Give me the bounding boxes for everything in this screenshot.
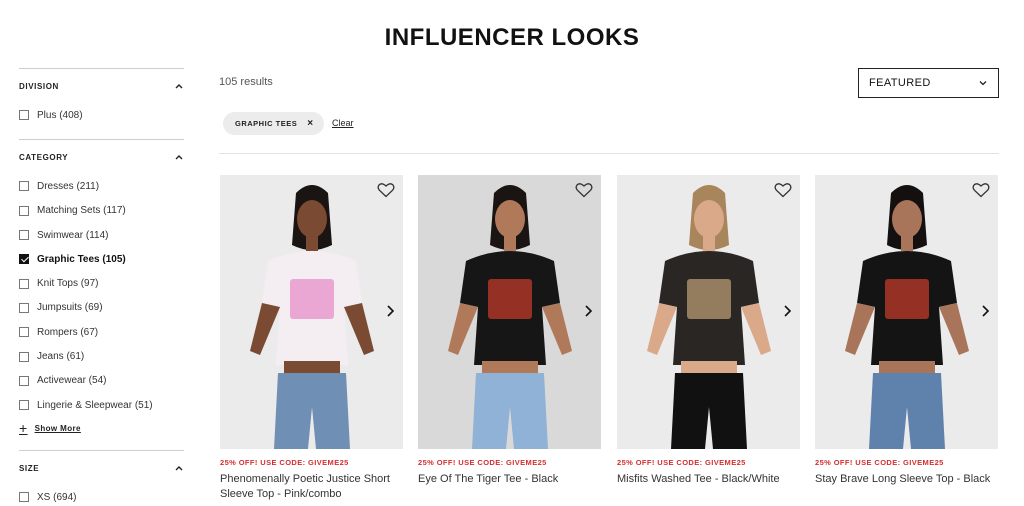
- size-header[interactable]: SIZE: [19, 451, 184, 485]
- filter-option-label: Swimwear (114): [37, 229, 109, 241]
- filter-option-label: Plus (408): [37, 109, 83, 121]
- product-card[interactable]: 25% OFF! USE CODE: GIVEME25 Phenomenally …: [220, 175, 403, 502]
- filter-option[interactable]: Graphic Tees (105): [19, 247, 184, 271]
- filter-option-label: Graphic Tees (105): [37, 253, 126, 265]
- product-image[interactable]: [418, 175, 601, 449]
- sort-dropdown[interactable]: FEATURED: [858, 68, 999, 98]
- product-image[interactable]: [220, 175, 403, 449]
- model-photo: [448, 185, 572, 449]
- division-filter: DIVISION Plus (408): [19, 68, 184, 139]
- results-count: 105 results: [219, 76, 273, 88]
- plus-icon: +: [19, 420, 28, 437]
- category-filter: CATEGORY Dresses (211) Matching Sets (117…: [19, 139, 184, 450]
- category-header[interactable]: CATEGORY: [19, 140, 184, 174]
- filter-option[interactable]: Dresses (211): [19, 174, 184, 198]
- filter-option-label: Jumpsuits (69): [37, 302, 103, 314]
- filter-checkbox[interactable]: [19, 230, 29, 241]
- filter-sidebar: DIVISION Plus (408) CATEGORY Dresses (21…: [19, 68, 184, 506]
- filter-option[interactable]: Jumpsuits (69): [19, 296, 184, 320]
- size-filter: SIZE XS (694): [19, 450, 184, 506]
- divider: [219, 153, 999, 154]
- chevron-right-icon[interactable]: [782, 304, 792, 318]
- filter-option[interactable]: Knit Tops (97): [19, 271, 184, 295]
- remove-filter-icon[interactable]: ×: [307, 118, 313, 129]
- promo-text: 25% OFF! USE CODE: GIVEME25: [617, 458, 746, 467]
- filter-checkbox[interactable]: [19, 254, 29, 265]
- promo-text: 25% OFF! USE CODE: GIVEME25: [815, 458, 944, 467]
- promo-text: 25% OFF! USE CODE: GIVEME25: [220, 458, 349, 467]
- filter-option[interactable]: Matching Sets (117): [19, 199, 184, 223]
- active-filter-label: GRAPHIC TEES: [235, 119, 298, 128]
- category-title: CATEGORY: [19, 152, 69, 162]
- size-title: SIZE: [19, 463, 40, 473]
- show-more-link[interactable]: + Show More: [19, 417, 184, 439]
- show-more-label: Show More: [34, 423, 81, 433]
- filter-option[interactable]: Swimwear (114): [19, 223, 184, 247]
- product-name[interactable]: Phenomenally Poetic Justice Short Sleeve…: [220, 472, 403, 502]
- chevron-right-icon[interactable]: [980, 304, 990, 318]
- filter-checkbox[interactable]: [19, 278, 29, 289]
- model-photo: [647, 185, 771, 449]
- product-name[interactable]: Eye Of The Tiger Tee - Black: [418, 472, 601, 487]
- filter-option[interactable]: Activewear (54): [19, 369, 184, 393]
- filter-checkbox[interactable]: [19, 110, 29, 121]
- product-name[interactable]: Misfits Washed Tee - Black/White: [617, 472, 800, 487]
- filter-checkbox[interactable]: [19, 327, 29, 338]
- filter-option-label: Lingerie & Sleepwear (51): [37, 399, 153, 411]
- chevron-right-icon[interactable]: [583, 304, 593, 318]
- product-card[interactable]: 25% OFF! USE CODE: GIVEME25 Stay Brave Lo…: [815, 175, 998, 487]
- filter-option-label: Jeans (61): [37, 351, 85, 363]
- filter-option[interactable]: Plus (408): [19, 103, 184, 127]
- sort-selected: FEATURED: [869, 77, 931, 89]
- clear-filters-link[interactable]: Clear: [332, 118, 354, 128]
- filter-checkbox[interactable]: [19, 205, 29, 216]
- filter-checkbox[interactable]: [19, 302, 29, 313]
- chevron-down-icon: [979, 81, 987, 86]
- page-title: INFLUENCER LOOKS: [384, 24, 640, 51]
- chevron-up-icon: [175, 466, 183, 471]
- filter-option[interactable]: Lingerie & Sleepwear (51): [19, 393, 184, 417]
- heart-icon[interactable]: [575, 182, 593, 198]
- product-card[interactable]: 25% OFF! USE CODE: GIVEME25 Eye Of The Ti…: [418, 175, 601, 487]
- filter-option[interactable]: Rompers (67): [19, 320, 184, 344]
- heart-icon[interactable]: [774, 182, 792, 198]
- heart-icon[interactable]: [377, 182, 395, 198]
- promo-text: 25% OFF! USE CODE: GIVEME25: [418, 458, 547, 467]
- filter-option-label: XS (694): [37, 491, 77, 503]
- division-title: DIVISION: [19, 81, 59, 91]
- product-card[interactable]: 25% OFF! USE CODE: GIVEME25 Misfits Washe…: [617, 175, 800, 487]
- filter-checkbox[interactable]: [19, 351, 29, 362]
- chevron-up-icon: [175, 155, 183, 160]
- filter-option-label: Matching Sets (117): [37, 205, 126, 217]
- product-image[interactable]: [815, 175, 998, 449]
- chevron-right-icon[interactable]: [385, 304, 395, 318]
- filter-option-label: Knit Tops (97): [37, 278, 99, 290]
- filter-option-label: Rompers (67): [37, 326, 99, 338]
- filter-checkbox[interactable]: [19, 375, 29, 386]
- filter-option[interactable]: Jeans (61): [19, 344, 184, 368]
- product-image[interactable]: [617, 175, 800, 449]
- product-name[interactable]: Stay Brave Long Sleeve Top - Black: [815, 472, 998, 487]
- model-photo: [845, 185, 969, 449]
- heart-icon[interactable]: [972, 182, 990, 198]
- filter-option[interactable]: XS (694): [19, 485, 184, 506]
- model-photo: [250, 185, 374, 449]
- division-header[interactable]: DIVISION: [19, 69, 184, 103]
- filter-option-label: Activewear (54): [37, 375, 107, 387]
- chevron-up-icon: [175, 84, 183, 89]
- filter-option-label: Dresses (211): [37, 180, 100, 192]
- filter-checkbox[interactable]: [19, 181, 29, 192]
- filter-checkbox[interactable]: [19, 492, 29, 503]
- filter-checkbox[interactable]: [19, 400, 29, 411]
- active-filter-chip: GRAPHIC TEES ×: [223, 112, 324, 135]
